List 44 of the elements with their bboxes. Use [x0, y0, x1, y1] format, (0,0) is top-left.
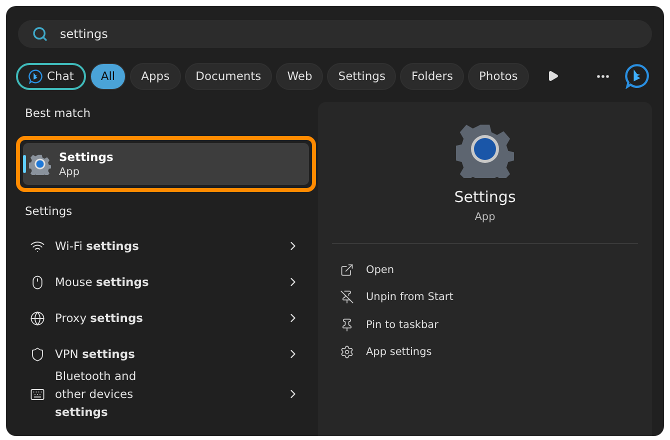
action-item[interactable]: Unpin from Start — [318, 284, 652, 311]
result-label: VPN settings — [55, 346, 136, 363]
settings-gear-icon — [29, 153, 51, 175]
section-heading: Settings — [24, 203, 74, 220]
mouse-icon — [30, 274, 45, 290]
external-link-icon — [340, 262, 354, 277]
filter-tab[interactable]: All — [90, 62, 126, 90]
settings-result[interactable]: Mouse settings — [16, 264, 316, 300]
pin-icon — [340, 318, 354, 332]
action-item[interactable]: Pin to taskbar — [318, 311, 652, 338]
action-item[interactable]: Open — [318, 256, 652, 284]
play-icon — [547, 70, 559, 82]
action-item[interactable]: App settings — [318, 338, 652, 366]
search-input[interactable]: settings — [58, 26, 638, 42]
settings-icon — [340, 345, 354, 360]
filter-tab[interactable]: Settings — [327, 62, 396, 90]
filter-tab[interactable]: Documents — [184, 62, 272, 90]
preview-subtitle: App — [474, 211, 496, 223]
item-title: Settings — [59, 150, 114, 164]
section-heading: Best match — [24, 105, 92, 122]
shield-icon — [30, 346, 45, 362]
result-label: Mouse settings — [55, 274, 150, 291]
result-label: Proxy settings — [55, 310, 144, 327]
keyboard-icon — [30, 386, 45, 402]
best-match-item[interactable]: Settings App — [23, 143, 309, 185]
chat-logo-icon — [28, 68, 43, 84]
preview-title: Settings — [454, 188, 516, 206]
globe-icon — [30, 310, 45, 326]
pin-off-icon — [340, 290, 354, 304]
bing-logo-icon — [624, 63, 650, 89]
settings-result[interactable]: Proxy settings — [16, 300, 316, 336]
item-subtitle: App — [59, 166, 81, 178]
filter-tab[interactable]: Folders — [400, 62, 464, 90]
search-field[interactable]: settings — [18, 20, 652, 48]
settings-result[interactable]: Wi-Fi settings — [16, 228, 316, 264]
filter-tab[interactable]: Web — [276, 62, 324, 90]
bing-button[interactable] — [622, 62, 652, 90]
more-icon — [597, 74, 609, 78]
search-icon — [32, 26, 48, 42]
selection-accent — [23, 155, 26, 173]
filter-tab[interactable]: Photos — [468, 62, 529, 90]
filter-tab[interactable]: Apps — [130, 62, 181, 90]
chat-button[interactable]: Chat — [16, 62, 86, 90]
result-label: Wi-Fi settings — [55, 238, 140, 255]
